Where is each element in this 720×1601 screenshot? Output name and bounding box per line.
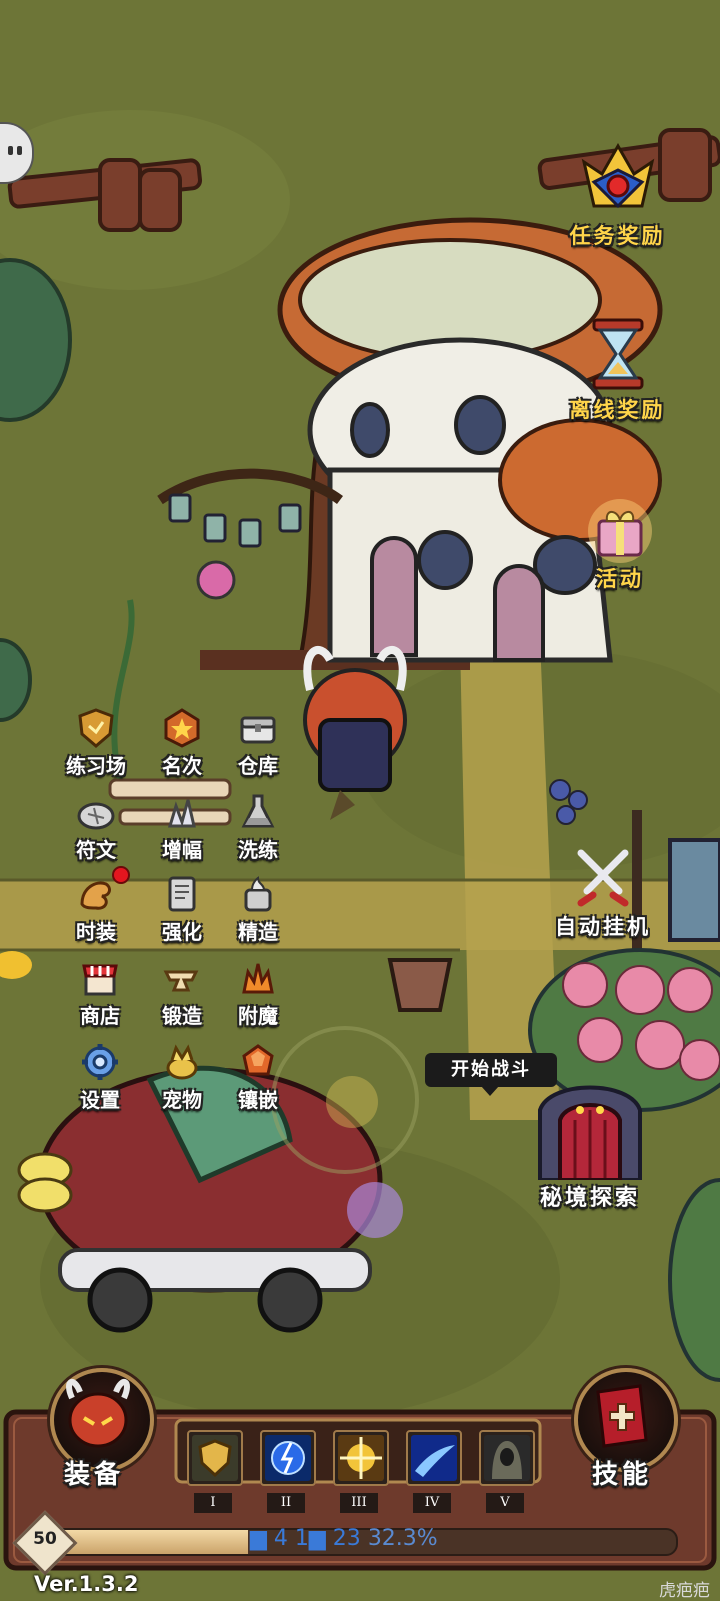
event-button[interactable]: 活动 (570, 495, 670, 593)
demon-helmet-icon (66, 1379, 130, 1448)
experience-percent-value: 32.3% (367, 1526, 438, 1551)
gear-icon (82, 1044, 118, 1080)
forge-button[interactable]: 锻造 (142, 956, 222, 1036)
masked-text: ▆ 4 1▆ 23 (250, 1526, 368, 1551)
inlay-label: 镶嵌 (238, 1088, 278, 1112)
secret-explore-button[interactable]: 秘境探索 (520, 1080, 660, 1212)
watermark: 虎疤疤 (659, 1581, 710, 1601)
skill-slot-3-label: III (340, 1493, 378, 1513)
golden-dragon-icon (80, 881, 111, 910)
rune-button[interactable]: 符文 (56, 790, 136, 870)
crystal-cluster-icon (167, 799, 196, 828)
crossed-swords-icon (577, 849, 629, 907)
shield-skill-icon (192, 1435, 238, 1481)
warehouse-label: 仓库 (238, 754, 278, 778)
shop-stall-icon (82, 964, 118, 996)
skill-slot-4[interactable] (406, 1430, 462, 1486)
inlay-button[interactable]: 镶嵌 (218, 1040, 298, 1120)
skill-slot-2[interactable] (260, 1430, 316, 1486)
version-label: Ver.1.3.2 (34, 1572, 139, 1596)
auto-idle-label: 自动挂机 (555, 914, 651, 939)
offline-reward-label: 离线奖励 (569, 397, 666, 422)
fashion-label: 时装 (76, 920, 116, 944)
hooded-figure-skill-icon (484, 1435, 530, 1481)
quest-reward-button[interactable]: 任务奖励 (555, 140, 680, 250)
chest-icon (240, 716, 276, 744)
skill-slot-1-label: I (194, 1493, 232, 1513)
golden-burst-skill-icon (338, 1435, 384, 1481)
forge-label: 锻造 (162, 1004, 202, 1028)
ranking-button[interactable]: 名次 (142, 706, 222, 786)
blue-slash-skill-icon (411, 1435, 457, 1481)
hourglass-icon (592, 318, 643, 390)
star-badge-icon (164, 708, 200, 748)
amplify-button[interactable]: 增幅 (142, 790, 222, 870)
enhance-button[interactable]: 强化 (142, 872, 222, 952)
warehouse-button[interactable]: 仓库 (218, 706, 298, 786)
reforge-label: 洗练 (238, 838, 278, 862)
ranking-label: 名次 (162, 754, 202, 778)
flame-crown-icon (242, 963, 274, 994)
notification-dot (112, 866, 130, 884)
equipment-label: 装备 (64, 1460, 125, 1490)
shield-badge-icon (78, 708, 114, 748)
crown-emblem-icon (581, 142, 654, 209)
skill-slot-5-label: V (486, 1493, 524, 1513)
start-battle-button[interactable]: 开始战斗 (425, 1053, 557, 1096)
furnace-icon (244, 876, 272, 912)
skill-slot-1[interactable] (187, 1430, 243, 1486)
enchant-button[interactable]: 附魔 (218, 956, 298, 1036)
secret-explore-label: 秘境探索 (539, 1185, 640, 1211)
anvil-icon (163, 970, 199, 992)
rune-disc-icon (77, 802, 115, 830)
flask-icon (241, 794, 275, 828)
pet-button[interactable]: 宠物 (142, 1040, 222, 1120)
training-ground-button[interactable]: 练习场 (56, 706, 136, 786)
pet-label: 宠物 (162, 1088, 202, 1112)
quest-reward-label: 任务奖励 (569, 223, 666, 248)
scroll-book-icon (168, 876, 196, 912)
event-label: 活动 (596, 566, 644, 591)
lightning-orb-skill-icon (265, 1435, 311, 1481)
experience-percent: ▆ 4 1▆ 23 32.3% (250, 1526, 438, 1551)
skill-slot-5[interactable] (479, 1430, 535, 1486)
offline-reward-button[interactable]: 离线奖励 (555, 316, 680, 424)
spellbook-icon (596, 1384, 648, 1448)
shop-label: 商店 (80, 1004, 120, 1028)
enchant-label: 附魔 (238, 1004, 278, 1028)
skill-slot-4-label: IV (413, 1493, 451, 1513)
rune-label: 符文 (76, 838, 116, 862)
skill-slot-2-label: II (267, 1493, 305, 1513)
refine-button[interactable]: 精造 (218, 872, 298, 952)
fashion-button[interactable]: 时装 (56, 866, 136, 952)
pet-creature-icon (166, 1044, 198, 1080)
refine-label: 精造 (238, 920, 278, 944)
training-ground-label: 练习场 (66, 754, 126, 778)
demon-gate-icon (538, 1085, 642, 1182)
gem-icon (242, 1044, 274, 1076)
auto-idle-button[interactable]: 自动挂机 (538, 845, 668, 941)
enhance-label: 强化 (162, 920, 202, 944)
gift-box-icon (588, 499, 652, 563)
shop-button[interactable]: 商店 (60, 956, 140, 1036)
skill-slot-3[interactable] (333, 1430, 389, 1486)
level-value: 50 (33, 1529, 57, 1549)
reforge-button[interactable]: 洗练 (218, 790, 298, 870)
amplify-label: 增幅 (162, 838, 202, 862)
settings-label: 设置 (80, 1088, 120, 1112)
settings-button[interactable]: 设置 (60, 1040, 140, 1120)
skills-label: 技能 (592, 1460, 653, 1490)
